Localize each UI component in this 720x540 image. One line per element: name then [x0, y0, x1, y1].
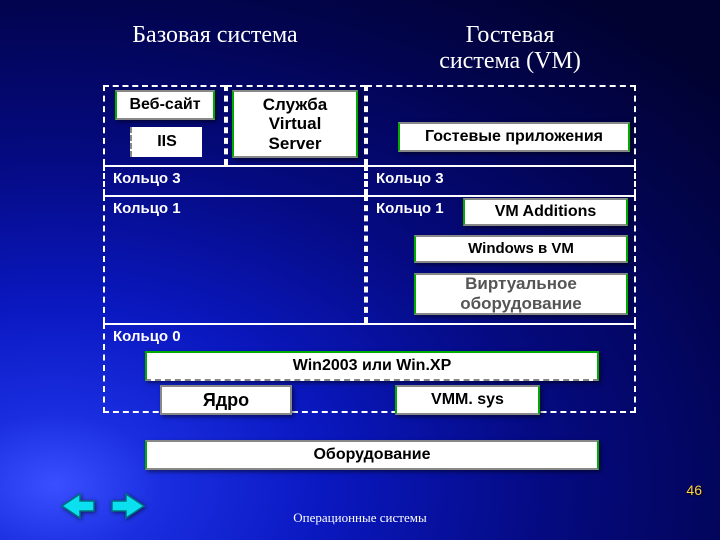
title-host-system: Базовая система — [90, 22, 340, 48]
page-number: 46 — [686, 482, 702, 498]
box-windows-in-vm: Windows в VM — [414, 235, 628, 263]
title-guest-system: Гостеваясистема (VM) — [400, 22, 620, 75]
box-kernel: Ядро — [160, 385, 292, 415]
box-guest-apps: Гостевые приложения — [398, 122, 630, 152]
box-iis: IIS — [130, 127, 202, 157]
box-vmm-sys: VMM. sys — [395, 385, 540, 415]
ring3-guest-label: Кольцо 3 — [376, 170, 444, 187]
box-virtual-hardware: Виртуальноеоборудование — [414, 273, 628, 315]
ring0-label: Кольцо 0 — [113, 328, 181, 345]
box-website: Веб-сайт — [115, 90, 215, 120]
ring1-guest-label: Кольцо 1 — [376, 200, 444, 217]
box-win2003: Win2003 или Win.XP — [145, 351, 599, 381]
ring3-host-label: Кольцо 3 — [113, 170, 181, 187]
ring1-host-label: Кольцо 1 — [113, 200, 181, 217]
box-hardware: Оборудование — [145, 440, 599, 470]
box-vm-additions: VM Additions — [463, 198, 628, 226]
footer-text: Операционные системы — [0, 510, 720, 526]
box-virtual-server: СлужбаVirtual Server — [232, 90, 358, 158]
